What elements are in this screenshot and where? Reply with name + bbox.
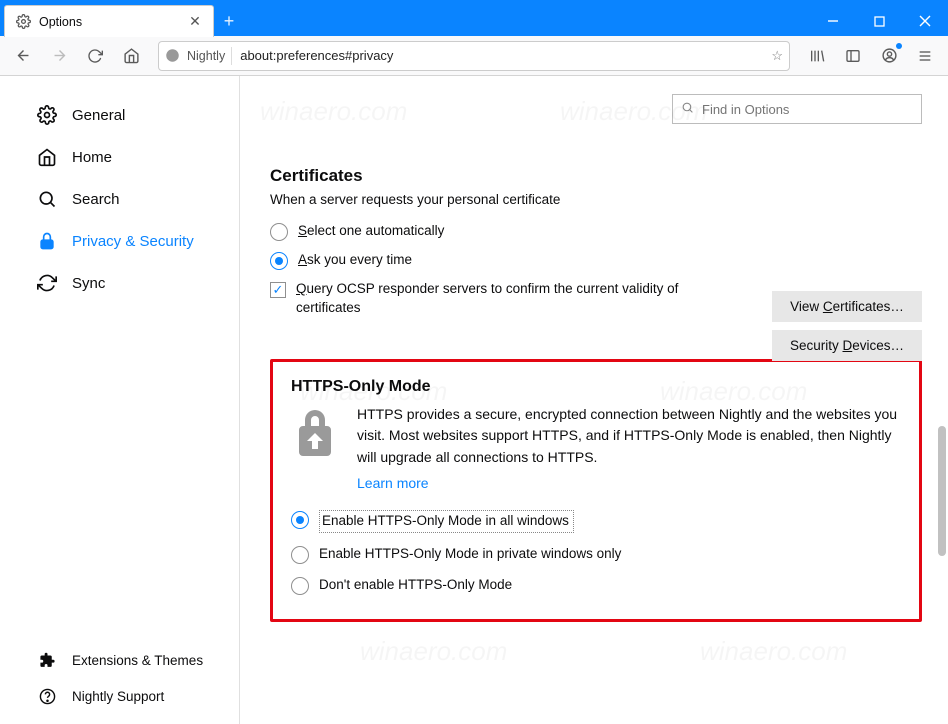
- reload-button[interactable]: [80, 41, 110, 71]
- new-tab-button[interactable]: +: [214, 6, 244, 36]
- sidebar-item-privacy[interactable]: Privacy & Security: [0, 220, 239, 262]
- preferences-content: Certificates When a server requests your…: [240, 76, 948, 724]
- window-close-button[interactable]: [902, 6, 948, 36]
- https-desc-text: HTTPS provides a secure, encrypted conne…: [357, 406, 897, 465]
- forward-button[interactable]: [44, 41, 74, 71]
- search-icon: [36, 188, 58, 210]
- https-radio-all[interactable]: Enable HTTPS-Only Mode in all windows: [291, 504, 901, 539]
- scrollbar-thumb[interactable]: [938, 426, 946, 556]
- sync-icon: [36, 272, 58, 294]
- browser-tab-options[interactable]: Options ✕: [4, 5, 214, 37]
- sidebar-item-support[interactable]: Nightly Support: [0, 678, 239, 714]
- back-button[interactable]: [8, 41, 38, 71]
- security-devices-button[interactable]: Security Devices…: [772, 330, 922, 361]
- preferences-sidebar: General Home Search Privacy & Security S…: [0, 76, 240, 724]
- tab-strip: Options ✕ +: [0, 0, 244, 36]
- cert-radio-ask[interactable]: Ask you every time: [270, 246, 922, 275]
- radio-icon: [291, 577, 309, 595]
- home-button[interactable]: [116, 41, 146, 71]
- home-icon: [36, 146, 58, 168]
- radio-icon: [270, 223, 288, 241]
- https-radio-private[interactable]: Enable HTTPS-Only Mode in private window…: [291, 539, 901, 570]
- sidebar-item-label: Extensions & Themes: [72, 653, 203, 668]
- minimize-button[interactable]: [810, 6, 856, 36]
- radio-label: Ask you every time: [298, 251, 412, 270]
- cert-check-ocsp[interactable]: Query OCSP responder servers to confirm …: [270, 275, 700, 323]
- radio-icon: [291, 511, 309, 529]
- preferences-main: General Home Search Privacy & Security S…: [0, 76, 948, 724]
- urlbar-separator: [231, 47, 232, 65]
- radio-label: Don't enable HTTPS-Only Mode: [319, 576, 512, 595]
- maximize-button[interactable]: [856, 6, 902, 36]
- https-radio-off[interactable]: Don't enable HTTPS-Only Mode: [291, 570, 901, 601]
- tab-title: Options: [39, 15, 179, 29]
- sidebar-item-label: General: [72, 107, 125, 124]
- address-input[interactable]: [238, 47, 765, 64]
- sidebar-item-search[interactable]: Search: [0, 178, 239, 220]
- https-heading: HTTPS-Only Mode: [291, 378, 901, 396]
- app-menu-button[interactable]: [910, 41, 940, 71]
- search-icon: [681, 101, 694, 117]
- sidebar-item-label: Sync: [72, 275, 105, 292]
- question-icon: [36, 685, 58, 707]
- bookmark-star-icon[interactable]: ☆: [771, 48, 783, 64]
- sidebar-item-sync[interactable]: Sync: [0, 262, 239, 304]
- radio-label: Select one automatically: [298, 222, 444, 241]
- radio-label: Enable HTTPS-Only Mode in all windows: [319, 510, 574, 533]
- https-lock-upload-icon: [291, 406, 339, 462]
- channel-label: Nightly: [187, 49, 225, 63]
- close-icon[interactable]: ✕: [187, 14, 203, 30]
- gear-icon: [36, 104, 58, 126]
- sidebar-item-general[interactable]: General: [0, 94, 239, 136]
- lock-icon: [36, 230, 58, 252]
- firefox-shield-icon: [165, 48, 181, 64]
- sidebar-item-label: Nightly Support: [72, 689, 164, 704]
- plus-icon: +: [224, 11, 235, 32]
- watermark: winaero.com: [700, 636, 847, 667]
- account-button[interactable]: [874, 41, 904, 71]
- radio-icon: [270, 252, 288, 270]
- find-input[interactable]: [700, 101, 913, 118]
- radio-icon: [291, 546, 309, 564]
- sidebar-toggle-button[interactable]: [838, 41, 868, 71]
- checkbox-icon: [270, 282, 286, 298]
- window-controls: [810, 6, 948, 36]
- view-certificates-button[interactable]: View Certificates…: [772, 291, 922, 322]
- address-bar[interactable]: Nightly ☆: [158, 41, 790, 71]
- cert-radio-auto[interactable]: Select one automatically: [270, 217, 922, 246]
- sidebar-item-home[interactable]: Home: [0, 136, 239, 178]
- content-scrollbar[interactable]: [932, 76, 948, 724]
- certificates-heading: Certificates: [270, 166, 922, 186]
- library-button[interactable]: [802, 41, 832, 71]
- puzzle-icon: [36, 649, 58, 671]
- certificates-subtitle: When a server requests your personal cer…: [270, 192, 922, 207]
- checkbox-label: Query OCSP responder servers to confirm …: [296, 280, 700, 318]
- window-titlebar: Options ✕ +: [0, 0, 948, 36]
- https-description: HTTPS provides a secure, encrypted conne…: [357, 404, 901, 495]
- radio-label: Enable HTTPS-Only Mode in private window…: [319, 545, 621, 564]
- watermark: winaero.com: [360, 636, 507, 667]
- certificate-buttons: View Certificates… Security Devices…: [772, 291, 922, 361]
- sidebar-item-label: Home: [72, 149, 112, 166]
- sidebar-item-label: Search: [72, 191, 120, 208]
- https-radio-group: Enable HTTPS-Only Mode in all windows En…: [291, 504, 901, 601]
- notification-dot-icon: [896, 43, 902, 49]
- sidebar-item-label: Privacy & Security: [72, 233, 194, 250]
- sidebar-item-extensions[interactable]: Extensions & Themes: [0, 642, 239, 678]
- nav-toolbar: Nightly ☆: [0, 36, 948, 76]
- find-in-options[interactable]: [672, 94, 922, 124]
- https-only-mode-section: HTTPS-Only Mode HTTPS provides a secure,…: [270, 359, 922, 622]
- learn-more-link[interactable]: Learn more: [357, 473, 429, 495]
- gear-icon: [15, 14, 31, 30]
